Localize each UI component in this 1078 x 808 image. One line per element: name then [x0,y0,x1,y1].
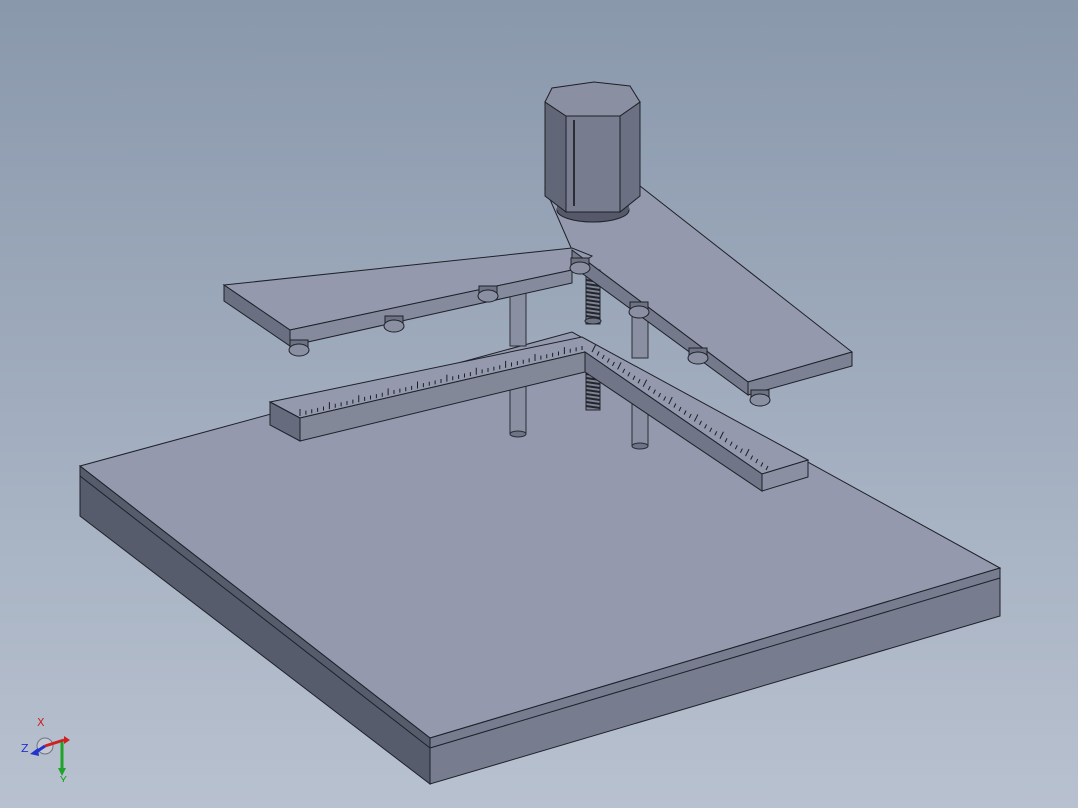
base-plate-top [78,331,1002,739]
y-axis-label: Y [59,774,67,782]
motor-top [544,81,641,117]
model-scene[interactable] [0,0,1078,808]
motor-body-right [619,101,641,214]
stepper-motor[interactable] [544,81,641,223]
x-axis-label: X [37,716,45,729]
motor-body-left [544,101,567,214]
base-plate[interactable] [78,331,1002,786]
z-axis-label: Z [21,742,29,755]
orientation-triad[interactable]: X Y Z [20,712,80,782]
cad-viewport[interactable]: X Y Z [0,0,1078,808]
